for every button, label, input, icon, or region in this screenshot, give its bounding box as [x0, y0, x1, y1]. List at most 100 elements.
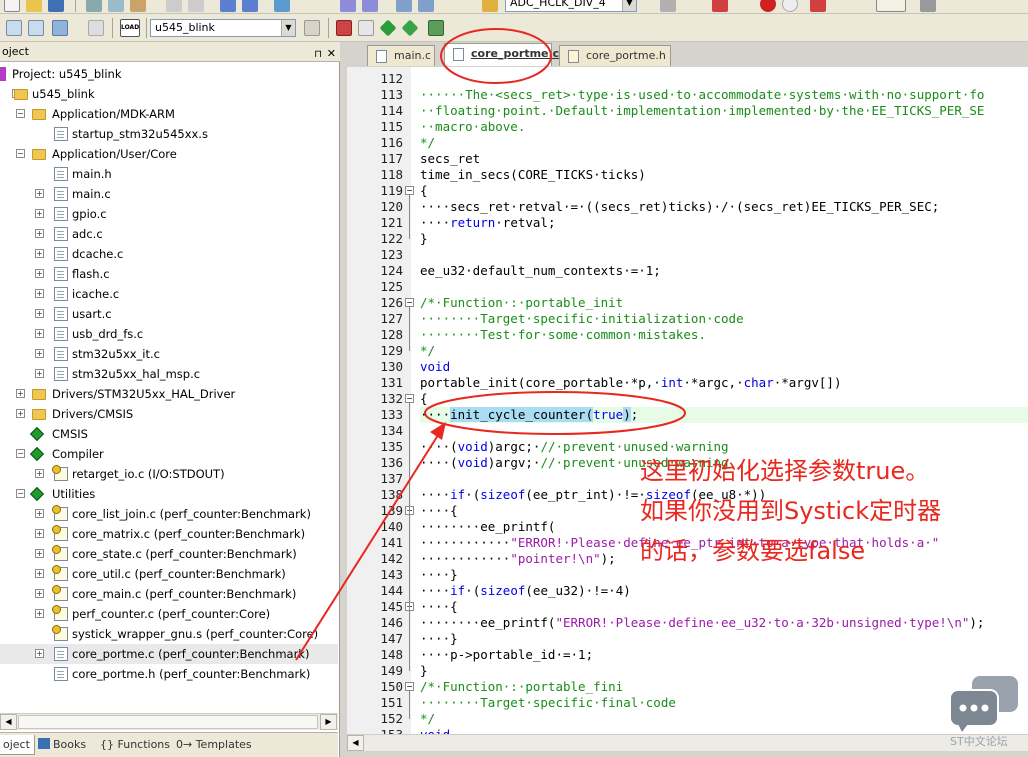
code-line[interactable]: } — [420, 663, 428, 679]
nav-back-icon[interactable] — [220, 0, 236, 12]
code-line[interactable]: portable_init(core_portable·*p,·int·*arg… — [420, 375, 841, 391]
tree-item[interactable]: −u545_blink — [0, 84, 338, 104]
manage-components-icon[interactable] — [358, 20, 374, 36]
tree-item[interactable]: + icache.c — [0, 284, 338, 304]
code-line[interactable]: { — [420, 183, 428, 199]
expand-icon[interactable]: + — [35, 329, 44, 338]
tab-books[interactable]: Books — [34, 735, 90, 755]
tree-item[interactable]: − Application/User/Core — [0, 144, 338, 164]
pack-installer-icon[interactable] — [428, 20, 444, 36]
editor-horizontal-scrollbar[interactable]: ◀ — [347, 734, 1028, 751]
runtime-env-icon[interactable] — [401, 19, 419, 37]
rebuild-icon[interactable] — [52, 20, 68, 36]
expand-icon[interactable]: + — [35, 469, 44, 478]
expand-icon[interactable]: + — [35, 509, 44, 518]
collapse-icon[interactable]: − — [16, 109, 25, 118]
expand-icon[interactable]: + — [35, 249, 44, 258]
scroll-right-icon[interactable]: ▶ — [320, 714, 337, 730]
copy-icon[interactable] — [108, 0, 124, 12]
settings-icon[interactable] — [920, 0, 936, 12]
tab-functions[interactable]: {} Functions — [96, 735, 174, 755]
expand-icon[interactable]: + — [35, 189, 44, 198]
tree-item[interactable]: systick_wrapper_gnu.s (perf_counter:Core… — [0, 624, 338, 644]
download-icon[interactable]: LOAD — [120, 19, 140, 37]
tab-core-portme-h[interactable]: core_portme.h — [559, 45, 671, 66]
expand-icon[interactable]: + — [35, 609, 44, 618]
tree-item[interactable]: + adc.c — [0, 224, 338, 244]
batch-build-icon[interactable] — [88, 20, 104, 36]
tab-project[interactable]: oject — [0, 735, 35, 755]
save-icon[interactable] — [48, 0, 64, 12]
code-line[interactable]: ····} — [420, 567, 458, 583]
code-line[interactable]: ····if·(sizeof(ee_u32)·!=·4) — [420, 583, 631, 599]
tree-item[interactable]: + dcache.c — [0, 244, 338, 264]
code-line[interactable]: ····init_cycle_counter(true); — [420, 407, 1028, 423]
code-line[interactable]: ······The·<secs_ret>·type·is·used·to·acc… — [420, 87, 984, 103]
code-line[interactable]: ··floating·point.·Default·implementation… — [420, 103, 984, 119]
expand-icon[interactable]: + — [35, 349, 44, 358]
tab-main-c[interactable]: main.c — [367, 45, 435, 66]
debug-start-icon[interactable] — [712, 0, 728, 12]
tree-item[interactable]: + stm32u5xx_it.c — [0, 344, 338, 364]
scroll-left-icon[interactable]: ◀ — [0, 714, 17, 730]
tree-item[interactable]: + gpio.c — [0, 204, 338, 224]
indent-icon[interactable] — [340, 0, 356, 12]
manage-project-icon[interactable] — [336, 20, 352, 36]
comment-icon[interactable] — [396, 0, 412, 12]
scroll-left-icon[interactable]: ◀ — [347, 735, 364, 751]
bookmark-icon[interactable] — [274, 0, 290, 12]
new-file-icon[interactable] — [4, 0, 20, 12]
expand-icon[interactable]: + — [35, 649, 44, 658]
code-line[interactable]: ····secs_ret·retval·=·((secs_ret)ticks)·… — [420, 199, 939, 215]
collapse-icon[interactable]: − — [16, 149, 25, 158]
expand-icon[interactable]: + — [35, 309, 44, 318]
paste-icon[interactable] — [130, 0, 146, 12]
find-in-files-icon[interactable] — [482, 0, 498, 12]
tree-item[interactable]: main.h — [0, 164, 338, 184]
tree-item[interactable]: + main.c — [0, 184, 338, 204]
tree-item[interactable]: + stm32u5xx_hal_msp.c — [0, 364, 338, 384]
code-line[interactable]: /*·Function·:·portable_fini — [420, 679, 623, 695]
fold-collapse-icon[interactable]: − — [405, 394, 414, 403]
code-line[interactable]: ··macro·above. — [420, 119, 525, 135]
code-line[interactable]: ············"pointer!\n"); — [420, 551, 616, 567]
code-line[interactable]: ····{ — [420, 503, 458, 519]
fold-collapse-icon[interactable]: − — [405, 682, 414, 691]
collapse-icon[interactable]: − — [16, 489, 25, 498]
open-icon[interactable] — [26, 0, 42, 12]
expand-icon[interactable]: + — [35, 589, 44, 598]
pin-icon[interactable]: ⊓ — [314, 45, 322, 65]
tab-core-portme-c[interactable]: core_portme.c — [444, 43, 559, 66]
code-line[interactable]: time_in_secs(CORE_TICKS·ticks) — [420, 167, 646, 183]
target-select[interactable]: u545_blink ▼ — [150, 19, 296, 37]
translate-icon[interactable] — [6, 20, 22, 36]
tree-item[interactable]: + flash.c — [0, 264, 338, 284]
code-line[interactable]: ········Target·specific·initialization·c… — [420, 311, 744, 327]
code-line[interactable]: /*·Function·:·portable_init — [420, 295, 623, 311]
fold-collapse-icon[interactable]: − — [405, 298, 414, 307]
expand-icon[interactable]: + — [35, 529, 44, 538]
code-line[interactable]: ········Target·specific·final·code — [420, 695, 676, 711]
scroll-thumb[interactable] — [18, 715, 318, 729]
code-line[interactable]: */ — [420, 711, 435, 727]
code-line[interactable]: ········ee_printf( — [420, 519, 555, 535]
chevron-down-icon[interactable]: ▼ — [622, 0, 636, 11]
tree-item[interactable]: −Project: u545_blink — [0, 64, 338, 84]
project-horizontal-scrollbar[interactable]: ◀ ▶ — [0, 713, 338, 730]
code-line[interactable]: ee_u32·default_num_contexts·=·1; — [420, 263, 661, 279]
expand-icon[interactable]: + — [35, 269, 44, 278]
tree-item[interactable]: + retarget_io.c (I/O:STDOUT) — [0, 464, 338, 484]
code-editor[interactable]: 112 113 114 115 116 117 118 119−120 121 122 123 124… — [347, 67, 1028, 734]
tree-item[interactable]: startup_stm32u545xx.s — [0, 124, 338, 144]
target-options-icon[interactable] — [304, 20, 320, 36]
tree-item[interactable]: + Drivers/STM32U5xx_HAL_Driver — [0, 384, 338, 404]
expand-icon[interactable]: + — [35, 569, 44, 578]
select-packs-icon[interactable] — [379, 19, 397, 37]
code-line[interactable]: { — [420, 391, 428, 407]
breakpoint-kill-icon[interactable] — [810, 0, 826, 12]
expand-icon[interactable]: + — [16, 409, 25, 418]
code-line[interactable]: */ — [420, 343, 435, 359]
tree-item[interactable]: + core_portme.c (perf_counter:Benchmark) — [0, 644, 338, 664]
code-line[interactable]: } — [420, 231, 428, 247]
code-line[interactable]: secs_ret — [420, 151, 480, 167]
